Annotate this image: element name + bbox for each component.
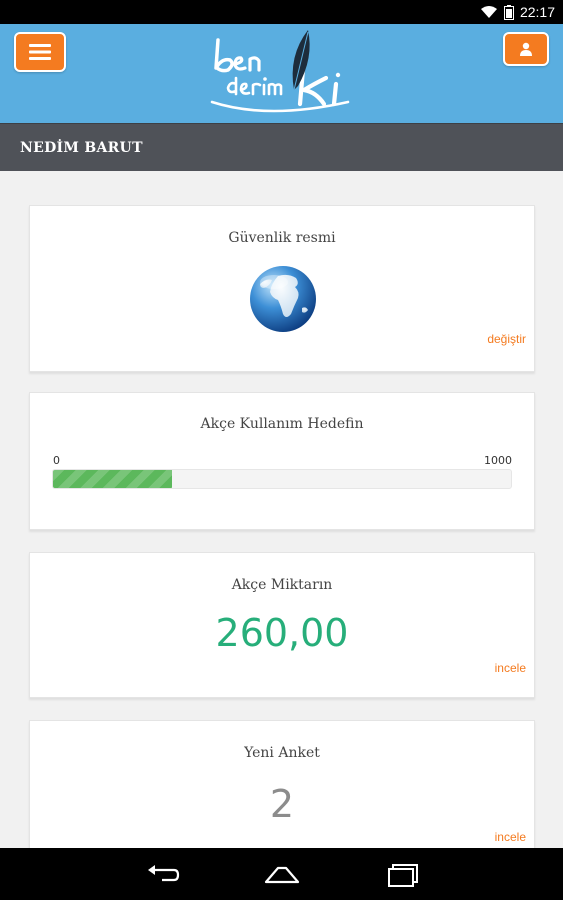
progress-fill <box>53 470 173 488</box>
survey-review-link[interactable]: incele <box>495 830 526 844</box>
progress-min-label: 0 <box>53 454 60 467</box>
user-name: NEDİM BARUT <box>20 139 143 156</box>
change-security-image-link[interactable]: değiştir <box>487 332 526 346</box>
progress-max-label: 1000 <box>484 454 512 467</box>
status-time: 22:17 <box>519 4 555 20</box>
security-image-title: Güvenlik resmi <box>228 230 336 246</box>
recents-icon <box>388 864 418 887</box>
wifi-icon <box>480 6 497 18</box>
home-icon <box>264 866 300 884</box>
status-bar: 22:17 <box>0 0 563 24</box>
spending-target-title: Akçe Kullanım Hedefin <box>200 416 364 432</box>
battery-icon <box>503 4 514 20</box>
security-image-card: Güvenlik resmi değiştir <box>29 205 535 372</box>
progress-bar <box>52 469 512 489</box>
app-logo <box>210 30 350 113</box>
amount-title: Akçe Miktarın <box>231 577 333 593</box>
hamburger-icon <box>29 44 51 60</box>
profile-button[interactable] <box>503 32 549 66</box>
system-nav-bar <box>0 848 563 900</box>
menu-button[interactable] <box>14 32 66 72</box>
survey-title: Yeni Anket <box>244 745 320 761</box>
spending-target-card: Akçe Kullanım Hedefin 0 1000 <box>29 392 535 530</box>
back-icon <box>148 865 180 882</box>
user-icon <box>520 42 532 56</box>
home-button[interactable] <box>262 860 302 888</box>
user-bar: NEDİM BARUT <box>0 123 563 171</box>
amount-card: Akçe Miktarın 260,00 incele <box>29 552 535 698</box>
recents-button[interactable] <box>383 860 423 888</box>
globe-icon <box>250 266 316 332</box>
app-header <box>0 24 563 123</box>
survey-card: Yeni Anket 2 incele <box>29 720 535 850</box>
amount-value: 260,00 <box>215 611 349 655</box>
survey-count: 2 <box>269 782 295 826</box>
back-button[interactable] <box>142 860 182 888</box>
amount-review-link[interactable]: incele <box>495 661 526 675</box>
